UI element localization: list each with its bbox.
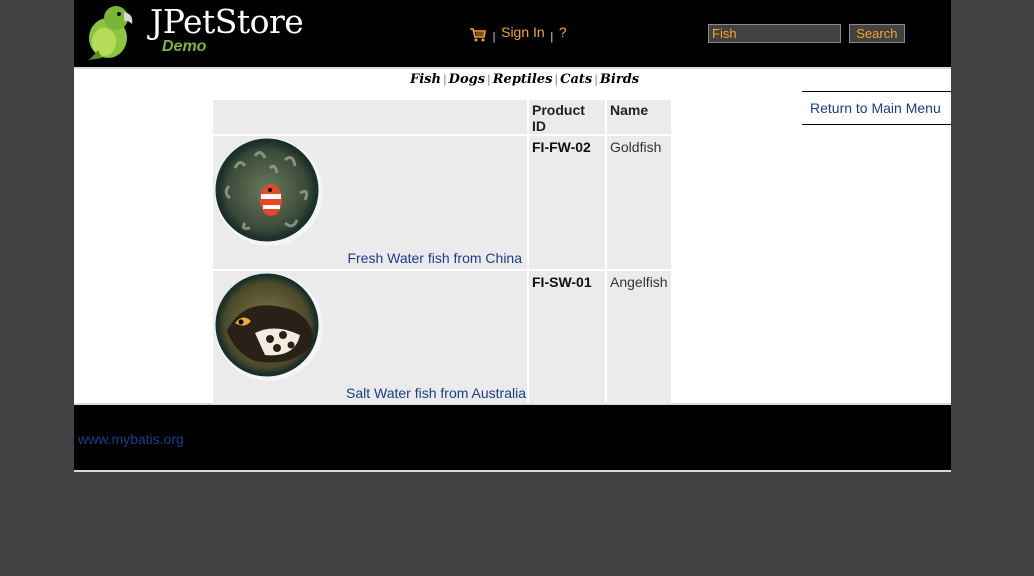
product-image-cell: Fresh Water fish from China	[213, 136, 527, 269]
search-form: Search	[708, 24, 905, 43]
table-row: Salt Water fish from Australia FI-SW-01 …	[213, 271, 671, 404]
quicklinks-nav: Fish | Dogs | Reptiles | Cats | Birds	[410, 72, 639, 87]
search-input[interactable]	[708, 24, 841, 43]
column-header-name: Name	[607, 100, 671, 134]
product-description-link[interactable]: Salt Water fish from Australia	[346, 385, 526, 401]
product-table: Product ID Name Fresh Water fish from Ch…	[211, 98, 673, 412]
product-id-link[interactable]: FI-FW-02	[529, 136, 605, 269]
mybatis-link[interactable]: www.mybatis.org	[78, 431, 184, 447]
main-content: Fish | Dogs | Reptiles | Cats | Birds Return to …	[74, 67, 951, 410]
quicklink-birds[interactable]: Birds	[600, 72, 639, 87]
quicklink-separator: |	[442, 73, 447, 86]
table-header-row: Product ID Name	[213, 100, 671, 134]
parrot-logo-icon	[88, 6, 133, 60]
quicklink-fish[interactable]: Fish	[410, 72, 441, 87]
quicklink-cats[interactable]: Cats	[560, 72, 592, 87]
product-name: Angelfish	[607, 271, 671, 404]
cart-icon[interactable]	[469, 27, 487, 42]
logo-subtitle: Demo	[162, 38, 207, 55]
help-link[interactable]: ?	[559, 24, 567, 40]
table-row: Fresh Water fish from China FI-FW-02 Gol…	[213, 136, 671, 269]
product-id-link[interactable]: FI-SW-01	[529, 271, 605, 404]
header-menu: | Sign In | ?	[469, 24, 567, 43]
sidebar-return-box: Return to Main Menu	[802, 91, 951, 125]
search-button[interactable]: Search	[848, 24, 905, 43]
quicklink-separator: |	[594, 73, 598, 86]
logo-title: JPetStore	[150, 2, 304, 41]
menu-separator: |	[492, 31, 496, 43]
product-image-cell: Salt Water fish from Australia	[213, 271, 527, 404]
page-wrapper: JPetStore Demo | Sign In | ? Search	[74, 0, 951, 472]
quicklink-separator: |	[487, 73, 491, 86]
clownfish-image[interactable]	[215, 138, 339, 264]
sign-in-link[interactable]: Sign In	[501, 24, 545, 40]
return-to-main-menu-link[interactable]: Return to Main Menu	[810, 100, 941, 116]
column-header-image	[213, 100, 527, 134]
column-header-product-id: Product ID	[529, 100, 605, 134]
footer: www.mybatis.org	[74, 405, 951, 472]
quicklink-separator: |	[554, 73, 559, 86]
header: JPetStore Demo | Sign In | ? Search	[74, 0, 951, 67]
logo[interactable]: JPetStore Demo	[82, 2, 304, 60]
quicklink-reptiles[interactable]: Reptiles	[493, 72, 553, 87]
menu-separator: |	[550, 31, 554, 43]
quicklink-dogs[interactable]: Dogs	[449, 72, 485, 87]
product-name: Goldfish	[607, 136, 671, 269]
triggerfish-image[interactable]	[215, 273, 339, 399]
product-description-link[interactable]: Fresh Water fish from China	[347, 250, 522, 266]
